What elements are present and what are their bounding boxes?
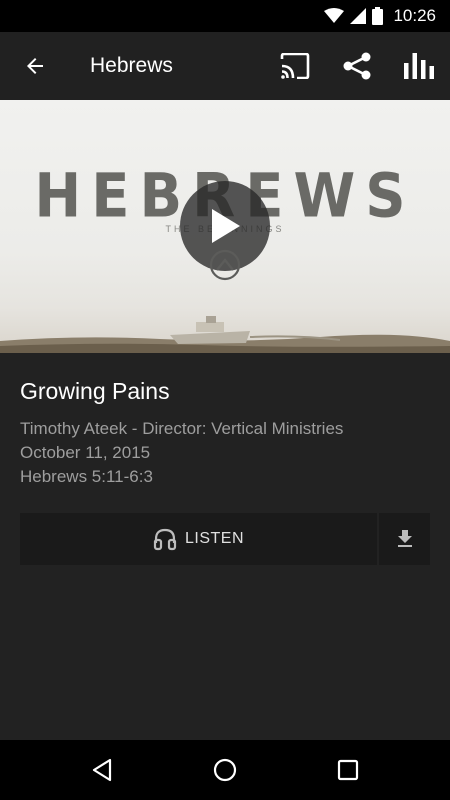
app-bar: Hebrews xyxy=(0,32,450,100)
listen-label: LISTEN xyxy=(184,530,244,547)
wifi-icon xyxy=(324,8,345,24)
download-icon xyxy=(397,530,412,547)
play-icon xyxy=(212,209,240,243)
shoreline-boat-image xyxy=(0,316,450,353)
sermon-actions: LISTEN xyxy=(20,513,430,565)
sermon-info: Growing Pains Timothy Ateek - Director: … xyxy=(20,378,430,489)
status-bar: 10:26 xyxy=(0,0,450,32)
cast-button[interactable] xyxy=(264,32,326,100)
sermon-passage: Hebrews 5:11-6:3 xyxy=(20,467,153,486)
battery-icon xyxy=(372,7,384,25)
series-artwork: HEBREWS THE BEGINNINGS xyxy=(0,100,450,353)
stats-icon xyxy=(404,53,434,79)
status-time: 10:26 xyxy=(393,6,436,25)
signal-icon xyxy=(350,8,367,24)
sermon-speaker: Timothy Ateek - Director: Vertical Minis… xyxy=(20,419,344,438)
share-icon xyxy=(343,52,371,80)
home-circle-icon xyxy=(213,758,237,782)
nav-back-button[interactable] xyxy=(72,740,132,800)
cast-icon xyxy=(280,53,310,79)
recents-square-icon xyxy=(338,759,359,781)
church-logo-icon xyxy=(209,249,241,281)
headphones-icon xyxy=(153,528,177,551)
sermon-title: Growing Pains xyxy=(20,378,170,404)
nav-recents-button[interactable] xyxy=(318,740,378,800)
nav-home-button[interactable] xyxy=(195,740,255,800)
sermon-date: October 11, 2015 xyxy=(20,443,151,462)
listen-button[interactable]: LISTEN xyxy=(20,513,377,565)
download-button[interactable] xyxy=(379,513,430,565)
back-button[interactable] xyxy=(0,32,70,100)
share-button[interactable] xyxy=(326,32,388,100)
stats-button[interactable] xyxy=(388,32,450,100)
system-nav-bar xyxy=(0,740,450,800)
page-title: Hebrews xyxy=(90,54,173,77)
arrow-back-icon xyxy=(27,58,43,74)
back-triangle-icon xyxy=(92,758,111,782)
